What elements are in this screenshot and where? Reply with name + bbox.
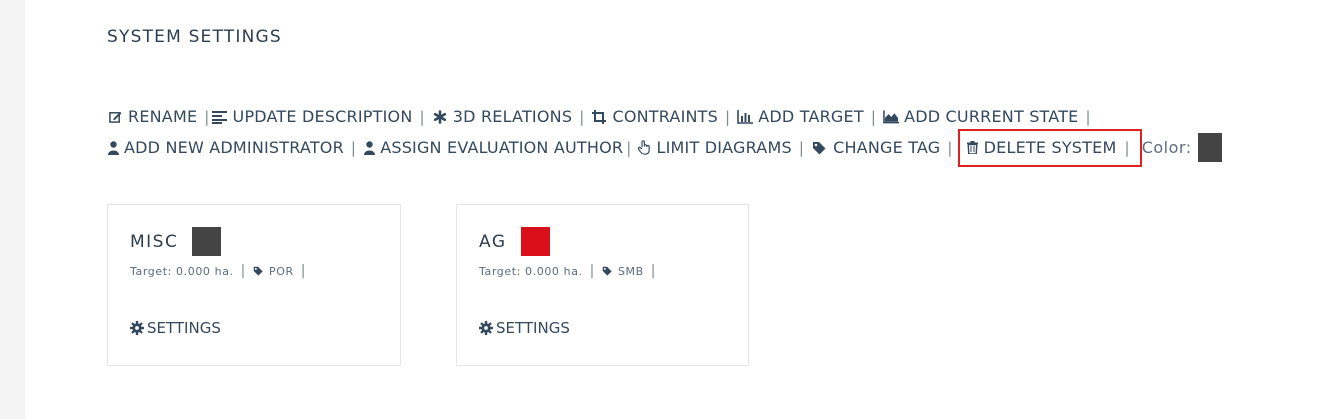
add-current-state-action[interactable]: ADD CURRENT STATE [883, 107, 1078, 126]
card-settings-button[interactable]: SETTINGS [479, 319, 570, 337]
rename-label: RENAME [128, 107, 198, 126]
separator: | [725, 107, 731, 126]
separator: | [419, 107, 425, 126]
separator: | [798, 138, 805, 157]
card-title: AG [479, 231, 507, 252]
card-color-swatch [192, 227, 222, 256]
card-settings-label: SETTINGS [496, 319, 570, 337]
change-tag-action[interactable]: CHANGE TAG [811, 138, 940, 157]
separator: | [204, 107, 210, 126]
separator: | [589, 263, 595, 279]
limit-diagrams-action[interactable]: LIMIT DIAGRAMS [636, 138, 792, 157]
tag-icon [602, 266, 613, 277]
card-title: MISC [130, 231, 179, 252]
asterisk-icon [432, 109, 448, 125]
area-chart-icon [883, 109, 900, 125]
card-header: AG [479, 227, 550, 256]
add-target-label: ADD TARGET [758, 107, 864, 126]
add-target-action[interactable]: ADD TARGET [737, 107, 864, 126]
gear-icon [130, 321, 144, 335]
card-tag: POR [268, 264, 294, 278]
card-tag: SMB [617, 264, 644, 278]
separator: | [947, 138, 953, 157]
add-new-administrator-label: ADD NEW ADMINISTRATOR [124, 138, 344, 157]
color-label: Color: [1141, 138, 1192, 157]
separator: | [240, 263, 246, 279]
separator: | [1085, 107, 1091, 126]
card-meta: Target: 0.000 ha. | POR | [130, 263, 313, 279]
assign-evaluation-author-action[interactable]: ASSIGN EVALUATION AUTHOR [363, 138, 623, 157]
action-toolbar: RENAME | UPDATE DESCRIPTION | 3D RELATIO… [107, 101, 1307, 167]
separator: | [650, 263, 657, 279]
system-card-misc: MISC Target: 0.000 ha. | POR | SETTINGS [107, 204, 401, 366]
update-description-label: UPDATE DESCRIPTION [232, 107, 413, 126]
add-current-state-label: ADD CURRENT STATE [904, 107, 1079, 126]
system-card-ag: AG Target: 0.000 ha. | SMB | SETTINGS [456, 204, 749, 366]
delete-system-action[interactable]: DELETE SYSTEM [966, 138, 1117, 157]
page-title: SYSTEM SETTINGS [107, 27, 282, 47]
separator: | [350, 138, 357, 157]
crop-icon [591, 109, 607, 125]
action-row-1: RENAME | UPDATE DESCRIPTION | 3D RELATIO… [107, 101, 1307, 132]
edit-icon [107, 109, 123, 125]
align-left-icon [212, 109, 228, 125]
change-tag-label: CHANGE TAG [833, 138, 941, 157]
left-rail [0, 0, 25, 419]
card-target: Target: 0.000 ha. [130, 264, 234, 278]
card-settings-button[interactable]: SETTINGS [130, 319, 221, 337]
user-icon [363, 140, 375, 156]
limit-diagrams-label: LIMIT DIAGRAMS [656, 138, 792, 157]
card-color-swatch [520, 227, 550, 256]
hand-pointer-icon [636, 140, 652, 156]
constraints-label: CONTRAINTS [612, 107, 718, 126]
gear-icon [479, 321, 493, 335]
tag-icon [811, 140, 827, 156]
update-description-action[interactable]: UPDATE DESCRIPTION [212, 107, 413, 126]
delete-system-highlight: DELETE SYSTEM | [957, 128, 1142, 167]
card-settings-label: SETTINGS [147, 319, 221, 337]
delete-system-label: DELETE SYSTEM [983, 138, 1117, 157]
user-icon [107, 140, 119, 156]
separator: | [626, 138, 632, 157]
card-target: Target: 0.000 ha. [479, 264, 583, 278]
tag-icon [253, 266, 264, 277]
assign-evaluation-author-label: ASSIGN EVALUATION AUTHOR [380, 138, 624, 157]
separator: | [870, 107, 877, 126]
separator: | [1124, 138, 1130, 157]
rename-action[interactable]: RENAME [107, 107, 197, 126]
card-meta: Target: 0.000 ha. | SMB | [479, 263, 663, 279]
action-row-2: ADD NEW ADMINISTRATOR | ASSIGN EVALUATIO… [107, 128, 1307, 167]
constraints-action[interactable]: CONTRAINTS [591, 107, 718, 126]
separator: | [579, 107, 585, 126]
bar-chart-icon [737, 109, 754, 125]
3d-relations-label: 3D RELATIONS [452, 107, 573, 126]
3d-relations-action[interactable]: 3D RELATIONS [432, 107, 572, 126]
card-header: MISC [130, 227, 222, 256]
system-color-swatch[interactable] [1197, 133, 1222, 162]
add-new-administrator-action[interactable]: ADD NEW ADMINISTRATOR [107, 138, 344, 157]
separator: | [300, 263, 307, 279]
trash-icon [966, 140, 979, 156]
